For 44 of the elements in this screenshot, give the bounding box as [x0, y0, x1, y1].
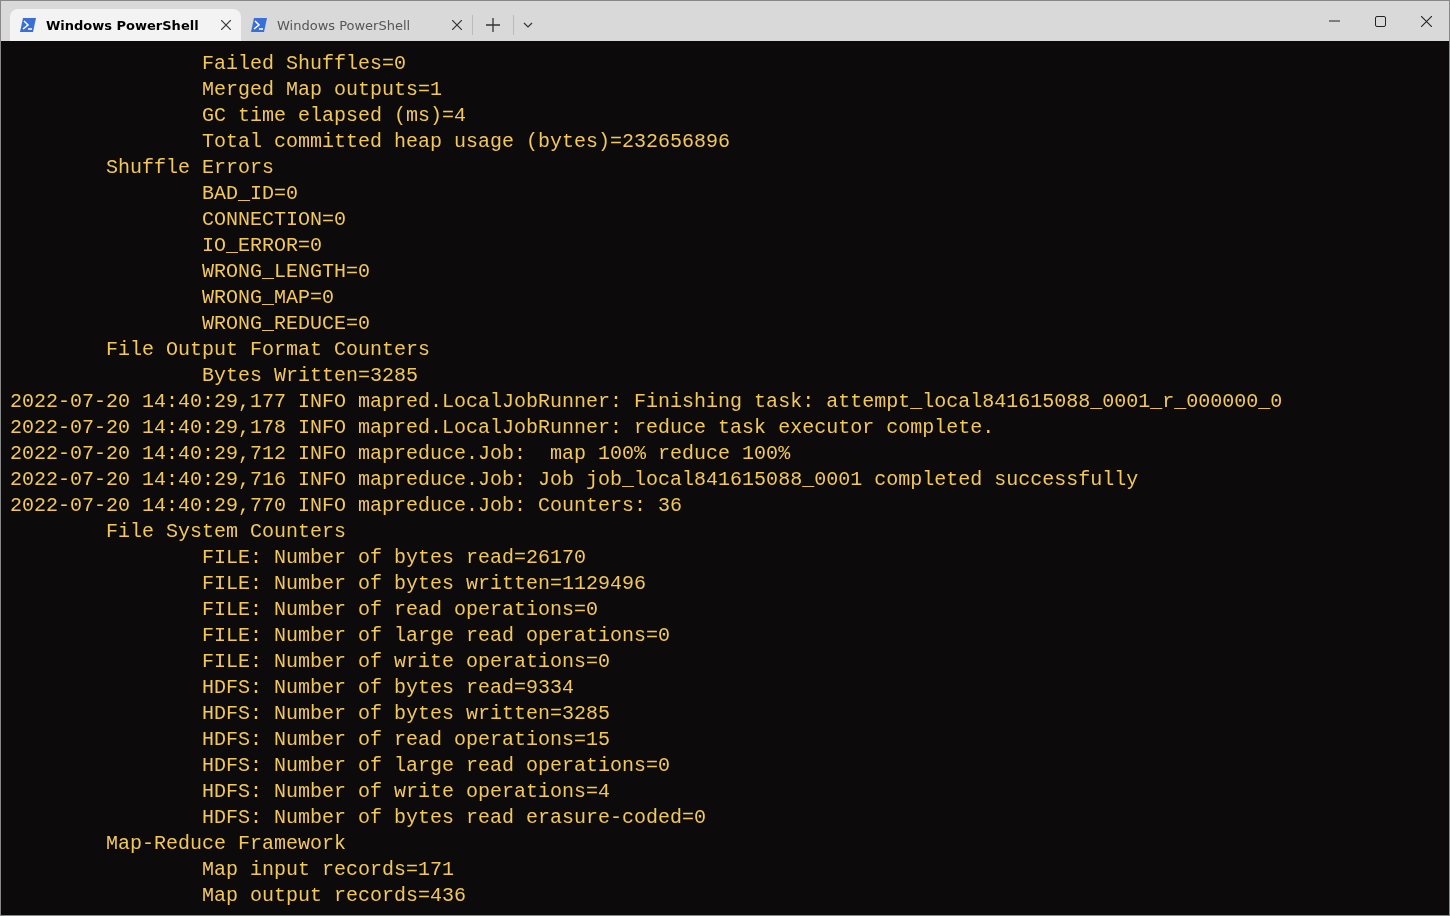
- terminal-line: WRONG_REDUCE=0: [201, 311, 372, 337]
- terminal-line: Failed Shuffles=0: [201, 51, 408, 77]
- terminal-line: 2022-07-20 14:40:29,770 INFO mapreduce.Job: Counters: 36: [10, 493, 684, 519]
- chevron-down-icon[interactable]: [523, 22, 533, 28]
- terminal-line: Bytes Written=3285: [201, 363, 420, 389]
- tab[interactable]: Windows PowerShell: [10, 9, 241, 41]
- plus-icon[interactable]: [486, 18, 500, 32]
- terminal-line: HDFS: Number of read operations=15: [201, 727, 612, 753]
- terminal-line: 2022-07-20 14:40:29,178 INFO mapred.LocalJobRunner: reduce task executor complete.: [10, 415, 996, 441]
- terminal-line: FILE: Number of write operations=0: [201, 649, 612, 675]
- terminal-line: Total committed heap usage (bytes)=232656896: [201, 129, 732, 155]
- terminal-line: IO_ERROR=0: [201, 233, 324, 259]
- close-icon[interactable]: [1420, 15, 1432, 27]
- terminal-line: Merged Map outputs=1: [201, 77, 444, 103]
- terminal-line: HDFS: Number of bytes read=9334: [201, 675, 576, 701]
- terminal-line: FILE: Number of large read operations=0: [201, 623, 672, 649]
- powershell-icon: [251, 18, 267, 32]
- terminal-line: HDFS: Number of write operations=4: [201, 779, 612, 805]
- terminal-line: Shuffle Errors: [105, 155, 276, 181]
- terminal-line: FILE: Number of bytes read=26170: [201, 545, 588, 571]
- terminal-line: Map output records=436: [201, 883, 468, 909]
- terminal-line: BAD_ID=0: [201, 181, 300, 207]
- close-icon[interactable]: [452, 20, 462, 30]
- minimize-icon[interactable]: [1328, 20, 1340, 22]
- terminal-line: HDFS: Number of bytes read erasure-coded=0: [201, 805, 708, 831]
- terminal-line: File Output Format Counters: [105, 337, 432, 363]
- terminal-line: 2022-07-20 14:40:29,177 INFO mapred.LocalJobRunner: Finishing task: attempt_local841615088_0001_r_000000_0: [10, 389, 1284, 415]
- terminal-line: Map-Reduce Framework: [105, 831, 348, 857]
- terminal-line: WRONG_LENGTH=0: [201, 259, 372, 285]
- terminal-line: FILE: Number of read operations=0: [201, 597, 600, 623]
- terminal-line: File System Counters: [105, 519, 348, 545]
- terminal-line: HDFS: Number of large read operations=0: [201, 753, 672, 779]
- powershell-icon: [20, 18, 36, 32]
- terminal-line: WRONG_MAP=0: [201, 285, 336, 311]
- terminal-line: FILE: Number of bytes written=1129496: [201, 571, 648, 597]
- tab[interactable]: Windows PowerShell: [241, 9, 472, 41]
- terminal-line: 2022-07-20 14:40:29,716 INFO mapreduce.Job: Job job_local841615088_0001 completed successfully: [10, 467, 1140, 493]
- terminal-line: GC time elapsed (ms)=4: [201, 103, 468, 129]
- close-icon[interactable]: [221, 20, 231, 30]
- maximize-icon[interactable]: [1374, 15, 1386, 27]
- terminal-line: CONNECTION=0: [201, 207, 348, 233]
- terminal-line: 2022-07-20 14:40:29,712 INFO mapreduce.Job: map 100% reduce 100%: [10, 441, 792, 467]
- terminal-line: HDFS: Number of bytes written=3285: [201, 701, 612, 727]
- terminal-line: Map input records=171: [201, 857, 456, 883]
